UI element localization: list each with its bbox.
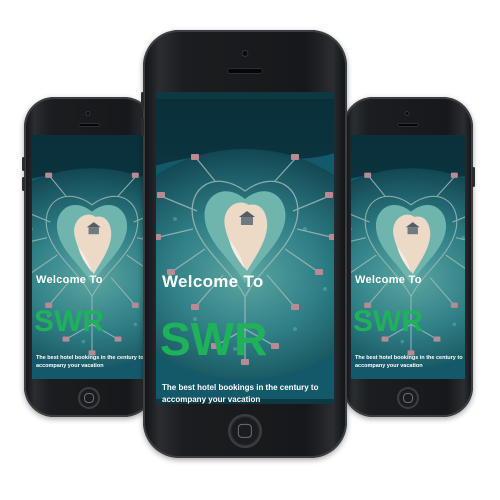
right-phone-mockup: Welcome To SWR The best hotel bookings i… (343, 97, 475, 417)
front-camera (404, 111, 410, 116)
volume-button (141, 92, 144, 110)
speaker-grille (227, 68, 263, 74)
welcome-heading: Welcome To (36, 274, 103, 286)
tagline-line-1: The best hotel bookings in the century t… (162, 383, 319, 392)
tagline-text: The best hotel bookings in the century t… (36, 355, 146, 371)
left-phone-mockup: Welcome To SWR The best hotel bookings i… (22, 97, 154, 417)
home-button[interactable] (78, 387, 100, 409)
front-camera (85, 111, 91, 116)
tagline-line-1: The best hotel bookings in the century t… (36, 355, 144, 361)
tagline-line-2: accompany your vacation (162, 394, 261, 404)
tagline-line-2: accompany your vacation (355, 362, 423, 369)
tagline-line-1: The best hotel bookings in the century t… (355, 355, 463, 361)
brand-name: SWR (34, 305, 104, 338)
island-background-image (351, 135, 465, 379)
volume-button (22, 177, 25, 191)
front-camera (241, 50, 249, 57)
home-button[interactable] (397, 387, 419, 409)
brand-name: SWR (160, 313, 268, 365)
tagline-line-2: accompany your vacation (36, 362, 104, 369)
center-phone-mockup: Welcome To SWR The best hotel bookings i… (141, 30, 347, 458)
phone-screen: Welcome To SWR The best hotel bookings i… (351, 135, 465, 379)
speaker-grille (78, 123, 100, 127)
volume-button (22, 157, 25, 171)
island-background-image (32, 135, 146, 379)
power-button (472, 167, 475, 187)
volume-button (141, 118, 144, 136)
phone-screen: Welcome To SWR The best hotel bookings i… (156, 92, 334, 404)
speaker-grille (397, 123, 419, 127)
home-button[interactable] (228, 414, 262, 448)
phone-screen: Welcome To SWR The best hotel bookings i… (32, 135, 146, 379)
tagline-text: The best hotel bookings in the century t… (355, 355, 465, 371)
brand-name: SWR (353, 305, 423, 338)
welcome-heading: Welcome To (355, 274, 422, 286)
tagline-text: The best hotel bookings in the century t… (162, 382, 332, 404)
welcome-heading: Welcome To (162, 272, 264, 291)
